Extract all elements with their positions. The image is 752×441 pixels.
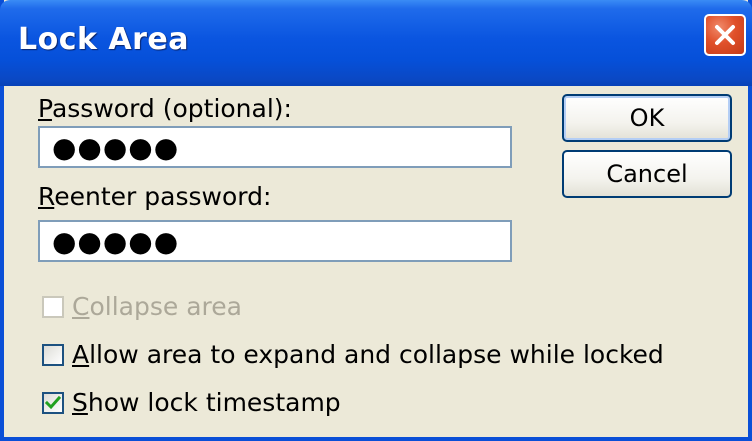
password-label: Password (optional): [38,94,292,123]
collapse-area-label: Collapse area [72,292,242,321]
ok-button[interactable]: OK [562,94,732,142]
password-label-mnemonic: P [38,94,52,123]
dialog-body: Password (optional): ●●●●● Reenter passw… [4,86,748,437]
cancel-button[interactable]: Cancel [562,150,732,198]
show-timestamp-checkbox[interactable] [42,391,64,414]
reenter-password-label: Reenter password: [38,182,271,211]
collapse-area-checkbox-row: Collapse area [42,292,242,321]
collapse-area-checkbox [42,295,64,318]
allow-expand-checkbox-row[interactable]: Allow area to expand and collapse while … [42,340,664,369]
reenter-password-value: ●●●●● [52,224,180,258]
show-timestamp-label[interactable]: Show lock timestamp [72,388,341,417]
collapse-area-label-rest: ollapse area [89,292,242,321]
allow-expand-label[interactable]: Allow area to expand and collapse while … [72,340,664,369]
show-timestamp-mnemonic: S [72,388,88,417]
reenter-password-field[interactable]: ●●●●● [38,220,512,262]
lock-area-dialog: Lock Area Password (optional): ●●●●● Ree… [0,0,752,441]
title-bar[interactable]: Lock Area [0,0,752,86]
close-icon [715,25,735,45]
check-mark-icon [45,395,61,409]
show-timestamp-label-rest: how lock timestamp [87,388,341,417]
collapse-area-mnemonic: C [72,292,90,321]
password-label-rest: assword (optional): [51,94,292,123]
allow-expand-label-rest: llow area to expand and collapse while l… [89,340,664,369]
password-field[interactable]: ●●●●● [38,126,512,168]
reenter-label-mnemonic: R [38,182,55,211]
ok-button-label: OK [629,104,665,132]
cancel-button-label: Cancel [606,160,688,188]
reenter-label-rest: eenter password: [54,182,272,211]
allow-expand-checkbox[interactable] [42,343,64,366]
allow-expand-mnemonic: A [72,340,90,369]
dialog-title: Lock Area [18,22,190,57]
password-value: ●●●●● [52,130,180,164]
show-timestamp-checkbox-row[interactable]: Show lock timestamp [42,388,341,417]
close-button[interactable] [704,14,746,56]
